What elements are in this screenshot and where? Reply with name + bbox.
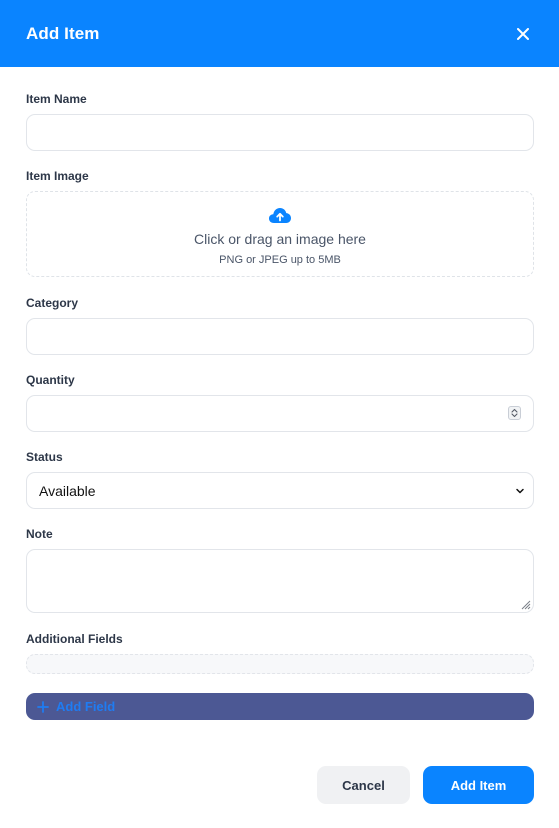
image-dropzone[interactable]: Click or drag an image here PNG or JPEG … bbox=[26, 191, 534, 277]
additional-fields-container bbox=[26, 654, 534, 674]
note-textarea[interactable] bbox=[26, 549, 534, 613]
note-label: Note bbox=[26, 527, 53, 541]
status-selected-value: Available bbox=[39, 482, 96, 499]
cloud-upload-icon bbox=[269, 208, 291, 223]
item-name-input[interactable] bbox=[26, 114, 534, 151]
item-name-group: Item Name bbox=[26, 92, 534, 151]
dialog-header: Add Item bbox=[0, 0, 559, 67]
dropzone-text: Click or drag an image here bbox=[194, 231, 366, 247]
stepper-arrows-icon bbox=[511, 408, 518, 418]
category-input[interactable] bbox=[26, 318, 534, 355]
additional-fields-group: Additional Fields bbox=[26, 632, 534, 674]
close-button[interactable] bbox=[513, 24, 533, 44]
additional-fields-label: Additional Fields bbox=[26, 632, 123, 646]
cancel-button[interactable]: Cancel bbox=[317, 766, 410, 804]
item-image-group: Item Image Click or drag an image here P… bbox=[26, 169, 534, 277]
status-group: Status Available bbox=[26, 450, 534, 509]
item-name-label: Item Name bbox=[26, 92, 87, 106]
add-item-dialog: Add Item Item Name Item Image Click or d… bbox=[0, 0, 559, 828]
status-label: Status bbox=[26, 450, 63, 464]
item-image-label: Item Image bbox=[26, 169, 89, 183]
dropzone-hint: PNG or JPEG up to 5MB bbox=[219, 254, 341, 266]
status-select[interactable]: Available bbox=[26, 472, 534, 509]
quantity-label: Quantity bbox=[26, 373, 75, 387]
add-field-button[interactable]: Add Field bbox=[26, 693, 534, 720]
quantity-input[interactable] bbox=[26, 395, 534, 432]
quantity-stepper[interactable] bbox=[508, 406, 521, 420]
add-field-label: Add Field bbox=[56, 699, 116, 714]
quantity-group: Quantity bbox=[26, 373, 534, 432]
dialog-title: Add Item bbox=[26, 23, 100, 43]
note-group: Note bbox=[26, 527, 534, 613]
chevron-down-icon bbox=[516, 488, 524, 493]
quantity-field bbox=[26, 395, 534, 432]
resize-handle-icon[interactable] bbox=[519, 598, 531, 610]
category-label: Category bbox=[26, 296, 79, 310]
close-icon bbox=[517, 27, 529, 40]
category-group: Category bbox=[26, 296, 534, 355]
plus-icon bbox=[37, 700, 49, 713]
add-item-button[interactable]: Add Item bbox=[423, 766, 534, 804]
